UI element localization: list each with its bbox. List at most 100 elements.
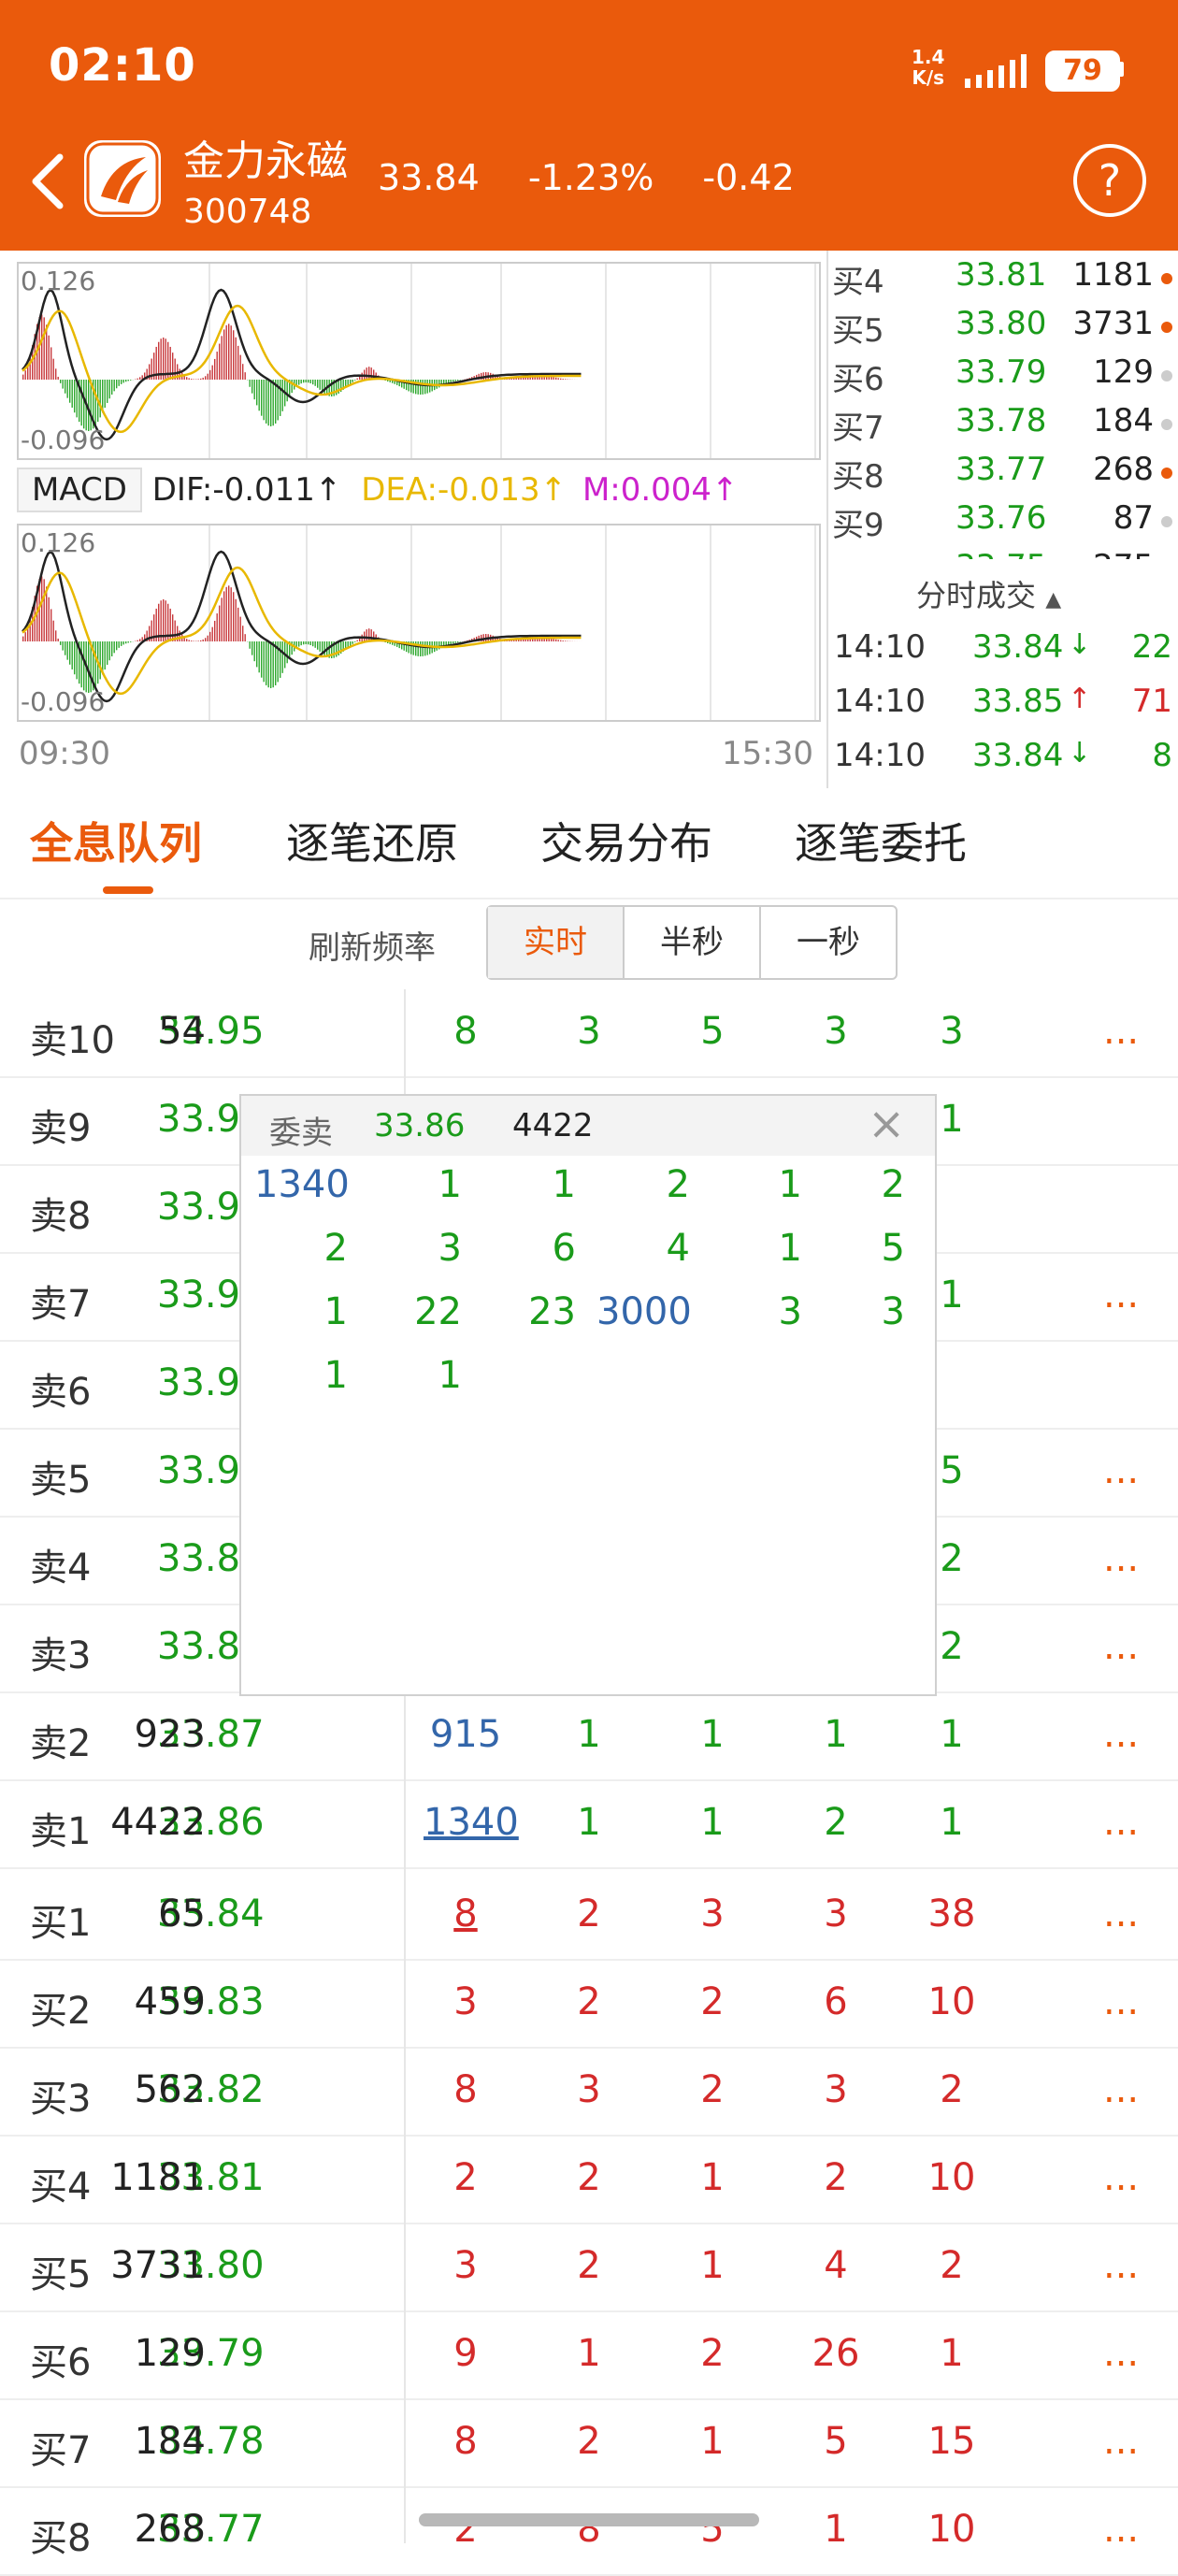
queue-order-cell[interactable]: 3 [670,1892,754,1936]
right-book-label: 买4 [832,256,884,302]
queue-order-cell[interactable]: 2 [547,1980,631,2023]
queue-row[interactable]: 卖133.86442213401121... [0,1780,1178,1869]
refresh-realtime-option[interactable]: 实时 [488,907,623,978]
queue-more-button[interactable]: ... [1103,1274,1139,1317]
queue-row[interactable]: 卖1033.955483533... [0,989,1178,1078]
queue-more-button[interactable]: ... [1103,1980,1139,2023]
queue-more-button[interactable]: ... [1103,2068,1139,2111]
queue-order-cell[interactable]: 38 [910,1892,994,1936]
queue-order-cell[interactable]: 9 [424,2332,508,2375]
queue-order-cell[interactable]: 1 [670,2244,754,2287]
macd-chart-top: 0.126 -0.096 [17,262,821,460]
queue-order-cell[interactable]: 3 [424,2244,508,2287]
queue-order-cell[interactable]: 1 [794,1713,878,1756]
queue-order-cell[interactable]: 3 [547,2068,631,2111]
right-book-label: 买5 [832,305,884,351]
right-book-dot [1161,468,1172,479]
queue-order-cell[interactable]: 2 [547,2156,631,2199]
queue-more-button[interactable]: ... [1103,1713,1139,1756]
queue-row[interactable]: 买733.78184821515... [0,2399,1178,2488]
queue-order-cell[interactable]: 1 [670,2420,754,2463]
queue-more-button[interactable]: ... [1103,1625,1139,1668]
queue-more-button[interactable]: ... [1103,2420,1139,2463]
queue-row[interactable]: 买633.79129912261... [0,2311,1178,2400]
queue-order-cell[interactable]: 1 [670,2156,754,2199]
queue-order-cell[interactable]: 5 [794,2420,878,2463]
queue-more-button[interactable]: ... [1103,1801,1139,1844]
close-icon[interactable]: × [868,1098,905,1150]
queue-order-cell[interactable]: 1 [670,1713,754,1756]
queue-more-button[interactable]: ... [1103,1537,1139,1580]
queue-order-cell[interactable]: 1340 [424,1801,508,1844]
stock-quote: 33.84 -1.23% -0.42 [378,157,795,198]
queue-more-button[interactable]: ... [1103,1010,1139,1053]
company-logo [84,140,161,217]
queue-order-cell[interactable]: 8 [424,1892,508,1936]
queue-order-cell[interactable]: 1 [547,1713,631,1756]
queue-order-cell[interactable]: 10 [910,2156,994,2199]
queue-order-cell[interactable]: 8 [424,2068,508,2111]
queue-order-cell[interactable]: 8 [424,2420,508,2463]
queue-order-cell[interactable]: 2 [547,1892,631,1936]
queue-row[interactable]: 买433.811181221210... [0,2136,1178,2224]
queue-order-cell[interactable]: 915 [424,1713,508,1756]
queue-more-button[interactable]: ... [1103,1449,1139,1492]
right-book-label: 买9 [832,499,884,545]
queue-order-cell[interactable]: 1 [547,2332,631,2375]
queue-order-cell[interactable]: 15 [910,2420,994,2463]
queue-order-cell[interactable]: 2 [424,2156,508,2199]
queue-more-button[interactable]: ... [1103,2508,1139,2551]
queue-order-cell[interactable]: 10 [910,1980,994,2023]
macd-selector[interactable]: MACD [17,468,142,512]
queue-row[interactable]: 买333.8256283232... [0,2048,1178,2137]
queue-row[interactable]: 买833.77268285110... [0,2487,1178,2576]
home-indicator[interactable] [419,2513,759,2526]
queue-order-cell[interactable]: 8 [424,1010,508,1053]
queue-order-cell[interactable]: 2 [670,1980,754,2023]
refresh-one-second-option[interactable]: 一秒 [759,907,896,978]
help-button[interactable]: ? [1073,144,1146,217]
queue-order-cell[interactable]: 2 [547,2244,631,2287]
queue-order-cell[interactable]: 3 [910,1010,994,1053]
queue-more-button[interactable]: ... [1103,2156,1139,2199]
tab-tick-orders[interactable]: 逐笔委托 [795,810,967,871]
queue-row[interactable]: 买233.83459322610... [0,1960,1178,2049]
queue-level-label: 卖6 [30,1361,91,1416]
queue-order-cell[interactable]: 3 [424,1980,508,2023]
queue-order-cell[interactable]: 3 [794,2068,878,2111]
right-book-row: 买433.811181 [830,251,1178,299]
queue-order-cell[interactable]: 2 [670,2068,754,2111]
queue-order-cell[interactable]: 2 [547,2420,631,2463]
tab-tick-restore[interactable]: 逐笔还原 [286,810,458,871]
refresh-half-second-option[interactable]: 半秒 [623,907,759,978]
queue-row[interactable]: 卖233.879239151111... [0,1692,1178,1781]
queue-more-button[interactable]: ... [1103,2244,1139,2287]
queue-order-cell[interactable]: 2 [794,2156,878,2199]
queue-order-cell[interactable]: 2 [670,2332,754,2375]
queue-order-cell[interactable]: 10 [910,2508,994,2551]
queue-row[interactable]: 买533.80373132142... [0,2223,1178,2312]
queue-order-cell[interactable]: 2 [794,1801,878,1844]
queue-order-cell[interactable]: 1 [794,2508,878,2551]
tab-trade-distribution[interactable]: 交易分布 [540,810,712,871]
queue-order-cell[interactable]: 5 [670,1010,754,1053]
queue-order-cell[interactable]: 3 [794,1010,878,1053]
queue-order-cell[interactable]: 6 [794,1980,878,2023]
tab-queue[interactable]: 全息队列 [30,810,202,871]
queue-order-cell[interactable]: 1 [670,1801,754,1844]
back-button[interactable] [24,148,73,215]
queue-order-cell[interactable]: 26 [794,2332,878,2375]
queue-order-cell[interactable]: 1 [910,1801,994,1844]
queue-order-cell[interactable]: 2 [910,2244,994,2287]
queue-order-cell[interactable]: 1 [547,1801,631,1844]
queue-more-button[interactable]: ... [1103,1892,1139,1936]
queue-order-cell[interactable]: 4 [794,2244,878,2287]
queue-order-cell[interactable]: 3 [547,1010,631,1053]
timeshare-title[interactable]: 分时成交 ▲ [916,572,1061,615]
queue-more-button[interactable]: ... [1103,2332,1139,2375]
queue-order-cell[interactable]: 3 [794,1892,878,1936]
queue-order-cell[interactable]: 1 [910,2332,994,2375]
queue-order-cell[interactable]: 1 [910,1713,994,1756]
queue-order-cell[interactable]: 2 [910,2068,994,2111]
queue-row[interactable]: 买133.8465823338... [0,1872,1178,1961]
